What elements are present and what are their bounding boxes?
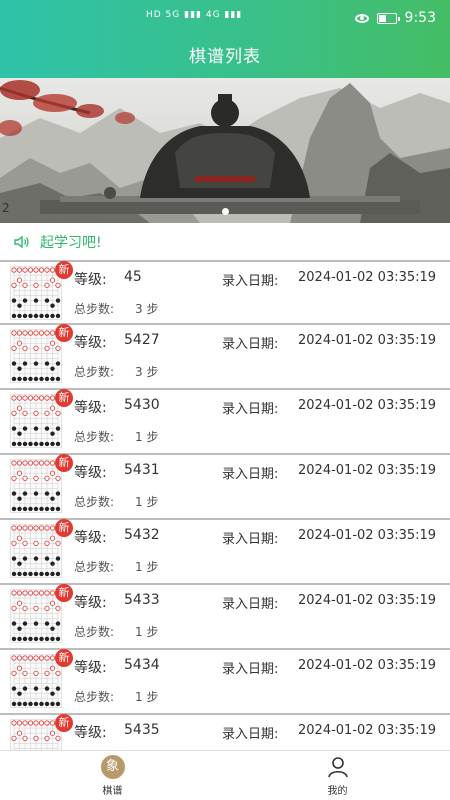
date-label: 录入日期:	[222, 662, 279, 677]
steps-value: 1 步	[135, 625, 159, 639]
date-value: 2024-01-02 03:35:19	[298, 270, 437, 285]
level-value: 5430	[124, 397, 160, 413]
steps-value: 1 步	[135, 430, 159, 444]
tab-label: 棋谱	[102, 785, 123, 797]
banner-carousel[interactable]: 2	[0, 78, 450, 223]
status-time: 9:53	[404, 10, 436, 26]
steps-value: 3 步	[135, 302, 159, 316]
level-value: 5431	[124, 462, 160, 478]
date-label: 录入日期:	[222, 727, 279, 742]
level-label: 等级:	[74, 400, 107, 416]
new-badge: 新	[55, 454, 73, 472]
list-item[interactable]: 新 等级: 5430 录入日期: 2024-01-02 03:35:19 总步数…	[0, 389, 450, 455]
page-title: 棋谱列表	[189, 47, 261, 67]
list-item[interactable]: 新 等级: 5435 录入日期: 2024-01-02 03:35:19 总步数…	[0, 714, 450, 750]
new-badge: 新	[55, 649, 73, 667]
date-label: 录入日期:	[222, 597, 279, 612]
date-value: 2024-01-02 03:35:19	[298, 398, 437, 413]
eye-icon	[354, 13, 369, 23]
network-indicator: HD 5G ▮▮▮ 4G ▮▮▮	[146, 10, 243, 20]
level-label: 等级:	[74, 465, 107, 481]
new-badge: 新	[55, 389, 73, 407]
list-item[interactable]: 新 等级: 5433 录入日期: 2024-01-02 03:35:19 总步数…	[0, 584, 450, 650]
level-label: 等级:	[74, 530, 107, 546]
date-label: 录入日期:	[222, 467, 279, 482]
date-label: 录入日期:	[222, 532, 279, 547]
new-badge: 新	[55, 261, 73, 279]
list-item[interactable]: 新 等级: 45 录入日期: 2024-01-02 03:35:19 总步数: …	[0, 260, 450, 325]
date-value: 2024-01-02 03:35:19	[298, 658, 437, 673]
level-value: 45	[124, 269, 142, 285]
banner-image	[0, 80, 450, 223]
steps-value: 1 步	[135, 690, 159, 704]
carousel-dots	[0, 208, 450, 215]
level-label: 等级:	[74, 660, 107, 676]
level-value: 5434	[124, 657, 160, 673]
tab-label: 我的	[327, 785, 348, 797]
steps-label: 总步数:	[74, 625, 115, 639]
board-thumbnail	[10, 654, 62, 708]
user-icon	[327, 756, 348, 777]
date-value: 2024-01-02 03:35:19	[298, 463, 437, 478]
tab-chess-records[interactable]: 象 棋谱	[0, 751, 225, 800]
chess-piece-icon: 象	[100, 754, 125, 779]
date-value: 2024-01-02 03:35:19	[298, 528, 437, 543]
speaker-icon	[14, 235, 29, 249]
notice-text: 起学习吧!	[40, 235, 102, 251]
level-label: 等级:	[74, 725, 107, 741]
date-value: 2024-01-02 03:35:19	[298, 593, 437, 608]
date-label: 录入日期:	[222, 337, 279, 352]
status-bar: HD 5G ▮▮▮ 4G ▮▮▮ 9:53	[0, 8, 450, 30]
steps-value: 1 步	[135, 560, 159, 574]
date-value: 2024-01-02 03:35:19	[298, 723, 437, 738]
board-thumbnail	[10, 394, 62, 448]
carousel-dot-active[interactable]	[221, 208, 229, 215]
list-item[interactable]: 新 等级: 5434 录入日期: 2024-01-02 03:35:19 总步数…	[0, 649, 450, 715]
battery-icon	[376, 12, 400, 24]
board-thumbnail	[10, 524, 62, 578]
board-thumbnail	[10, 266, 62, 320]
list-item[interactable]: 新 等级: 5427 录入日期: 2024-01-02 03:35:19 总步数…	[0, 324, 450, 390]
level-value: 5433	[124, 592, 160, 608]
steps-value: 3 步	[135, 365, 159, 379]
bottom-tab-bar: 象 棋谱 我的	[0, 750, 450, 800]
new-badge: 新	[55, 584, 73, 602]
app-header: HD 5G ▮▮▮ 4G ▮▮▮ 9:53 棋谱列表	[0, 0, 450, 78]
new-badge: 新	[55, 324, 73, 342]
date-label: 录入日期:	[222, 402, 279, 417]
list-item[interactable]: 新 等级: 5432 录入日期: 2024-01-02 03:35:19 总步数…	[0, 519, 450, 585]
level-value: 5432	[124, 527, 160, 543]
steps-label: 总步数:	[74, 430, 115, 444]
date-label: 录入日期:	[222, 274, 279, 289]
level-label: 等级:	[74, 272, 107, 288]
board-thumbnail	[10, 589, 62, 643]
notice-bar: 起学习吧!	[0, 224, 450, 260]
date-value: 2024-01-02 03:35:19	[298, 333, 437, 348]
steps-value: 1 步	[135, 495, 159, 509]
tab-mine[interactable]: 我的	[225, 751, 450, 800]
level-label: 等级:	[74, 595, 107, 611]
board-thumbnail	[10, 329, 62, 383]
steps-label: 总步数:	[74, 365, 115, 379]
steps-label: 总步数:	[74, 690, 115, 704]
new-badge: 新	[55, 519, 73, 537]
steps-label: 总步数:	[74, 495, 115, 509]
level-value: 5435	[124, 722, 160, 738]
steps-label: 总步数:	[74, 302, 115, 316]
level-label: 等级:	[74, 335, 107, 351]
new-badge: 新	[55, 714, 73, 732]
record-list[interactable]: 新 等级: 45 录入日期: 2024-01-02 03:35:19 总步数: …	[0, 260, 450, 750]
level-value: 5427	[124, 332, 160, 348]
board-thumbnail	[10, 459, 62, 513]
list-item[interactable]: 新 等级: 5431 录入日期: 2024-01-02 03:35:19 总步数…	[0, 454, 450, 520]
steps-label: 总步数:	[74, 560, 115, 574]
